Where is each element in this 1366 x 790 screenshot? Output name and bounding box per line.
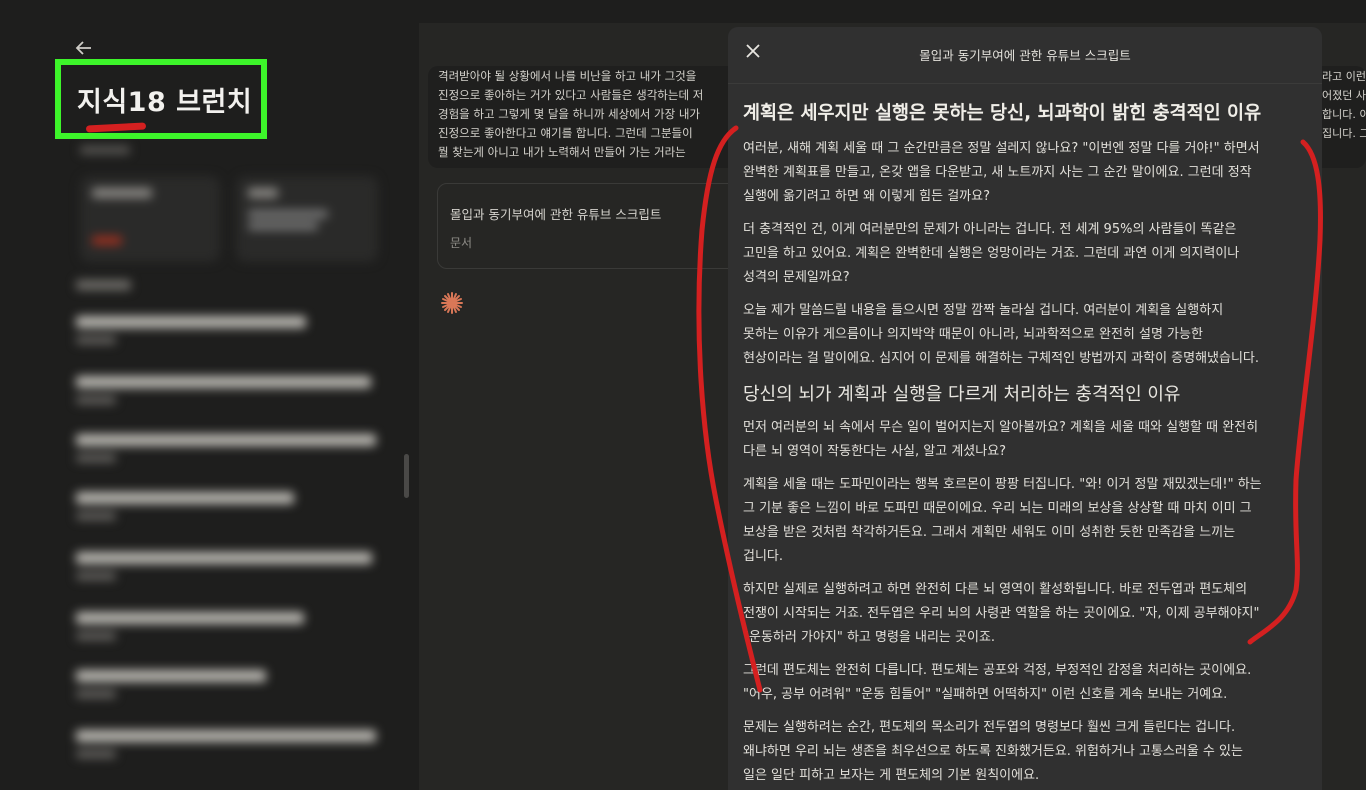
message-line: 격려받아야 될 상황에서 나를 비난을 하고 내가 그것을 [438,69,697,83]
message-line: 어졌던 사 [1322,89,1366,102]
paragraph: 하지만 실제로 실행하려고 하면 완전히 다른 뇌 영역이 활성화됩니다. 바로… [743,582,1260,645]
project-card[interactable] [80,176,220,262]
list-item[interactable] [76,730,376,764]
sidebar: 지식18 브런치 [0,0,400,790]
brand-title: 지식18 브런치 [77,86,253,118]
message-line: 진정으로 좋아하는 거가 있다고 사람들은 생각하는데 저 [438,88,704,102]
paragraph: 더 충격적인 건, 이게 여러분만의 문제가 아니라는 겁니다. 전 세계 95… [743,222,1240,285]
paragraph: 계획을 세울 때는 도파민이라는 행복 호르몬이 팡팡 터집니다. "와! 이거… [743,477,1262,564]
paragraph: 문제는 실행하려는 순간, 편도체의 목소리가 전두엽의 명령보다 훨씬 크게 … [743,720,1243,783]
sparkle-icon [440,291,464,320]
list-item[interactable] [76,376,371,410]
message-line: 진정으로 좋아한다고 얘기를 합니다. 그런데 그분들이 [438,126,693,140]
panel-title: 몰입과 동기부여에 관한 유튜브 스크립트 [919,48,1131,63]
list-item[interactable] [76,552,372,586]
list-item[interactable] [76,612,304,646]
artifact-title: 몰입과 동기부여에 관한 유튜브 스크립트 [450,207,662,222]
message-line: 합니다. 이 [1322,108,1366,121]
artifact-card[interactable]: 몰입과 동기부여에 관한 유튜브 스크립트 문서 [437,183,739,269]
project-card[interactable] [236,176,378,262]
document-panel: 몰입과 동기부여에 관한 유튜브 스크립트 계획은 세우지만 실행은 못하는 당… [728,27,1322,790]
paragraph: 여러분, 새해 계획 세울 때 그 순간만큼은 정말 설레지 않나요? "이번엔… [743,141,1260,204]
message-line: 라고 이런 [1322,70,1366,83]
sidebar-scrollbar[interactable] [404,454,409,498]
arrow-left-icon[interactable] [74,38,96,60]
list-item[interactable] [76,492,294,526]
list-item[interactable] [76,670,266,704]
message-line: 뭘 찾는게 아니고 내가 노력해서 만들어 가는 거라는 [438,145,686,159]
message-line: 경험을 하고 그렇게 몇 달을 하니까 세상에서 가장 내가 [438,107,701,121]
paragraph: 오늘 제가 말씀드릴 내용을 들으시면 정말 깜짝 놀라실 겁니다. 여러분이 … [743,303,1260,366]
list-item[interactable] [76,434,376,468]
message-line: 집니다. 그 [1322,127,1366,140]
artifact-type: 문서 [450,236,473,250]
list-item[interactable] [76,316,306,350]
document-heading: 계획은 세우지만 실행은 못하는 당신, 뇌과학이 밝힌 충격적인 이유 [743,103,1262,124]
paragraph: 그런데 편도체는 완전히 다릅니다. 편도체는 공포와 걱정, 부정적인 감정을… [743,663,1252,702]
document-body: 계획은 세우지만 실행은 못하는 당신, 뇌과학이 밝힌 충격적인 이유 여러분… [743,99,1313,790]
panel-header: 몰입과 동기부여에 관한 유튜브 스크립트 [728,27,1322,84]
document-subheading: 당신의 뇌가 계획과 실행을 다르게 처리하는 충격적인 이유 [743,384,1181,405]
paragraph: 먼저 여러분의 뇌 속에서 무슨 일이 벌어지는지 알아볼까요? 계획을 세울 … [743,420,1259,459]
